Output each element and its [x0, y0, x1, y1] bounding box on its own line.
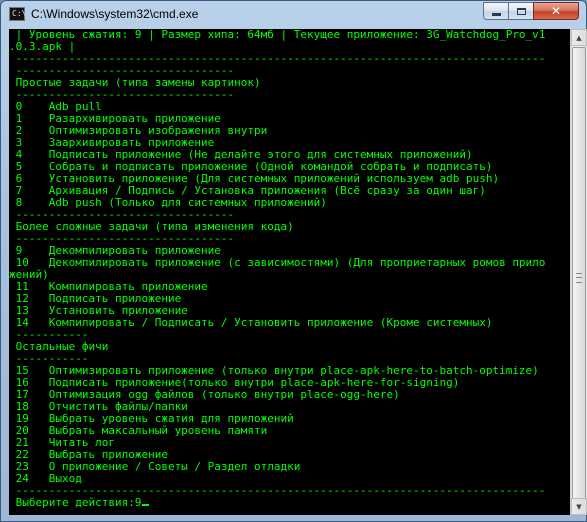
console-line: Остальные фичи — [9, 340, 109, 353]
vertical-scrollbar[interactable]: ▲ ▼ — [570, 29, 587, 515]
scroll-down-button[interactable]: ▼ — [571, 498, 587, 515]
window-title: C:\Windows\system32\cmd.exe — [31, 7, 199, 21]
cmd-icon[interactable]: C:\ — [9, 7, 27, 21]
grip-icon — [576, 273, 582, 283]
scroll-up-button[interactable]: ▲ — [571, 29, 587, 46]
console-window: C:\ C:\Windows\system32\cmd.exe ✕ | Уров… — [0, 0, 587, 522]
maximize-button[interactable] — [508, 2, 534, 20]
close-icon: ✕ — [550, 4, 562, 18]
console-output[interactable]: | Уровень сжатия: 9 | Размер хипа: 64мб … — [9, 29, 570, 515]
console-line: 23 О приложение / Советы / Раздел отладк… — [9, 460, 301, 473]
minimize-icon — [491, 13, 501, 16]
arrow-down-icon: ▼ — [576, 502, 582, 511]
console-line: Выберите действия:9 — [9, 497, 545, 509]
console-lines: | Уровень сжатия: 9 | Размер хипа: 64мб … — [9, 29, 545, 509]
title-bar[interactable]: C:\ C:\Windows\system32\cmd.exe ✕ — [1, 1, 586, 28]
close-button[interactable]: ✕ — [533, 2, 579, 20]
text-cursor — [142, 504, 150, 506]
console-line: | Уровень сжатия: 9 | Размер хипа: 64мб … — [9, 29, 546, 41]
maximize-icon — [516, 7, 526, 15]
arrow-up-icon: ▲ — [576, 33, 582, 42]
console-line: 10 Декомпилировать приложение (с зависим… — [9, 256, 546, 269]
scrollbar-thumb[interactable] — [572, 47, 586, 515]
cmd-icon-glyph: C:\ — [12, 9, 27, 18]
minimize-button[interactable] — [483, 2, 509, 20]
console-line: 14 Компилировать / Подписать / Установит… — [9, 316, 493, 329]
